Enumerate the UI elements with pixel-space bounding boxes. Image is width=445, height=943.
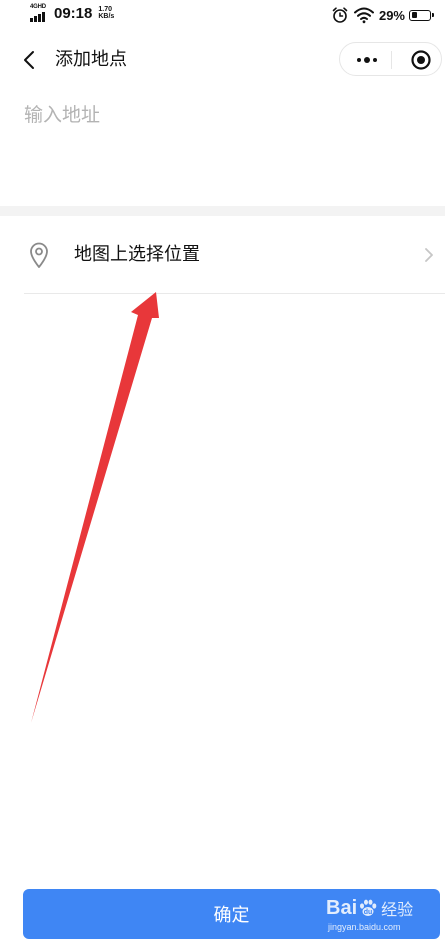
speed-unit: KB/s	[98, 13, 115, 20]
select-on-map-label: 地图上选择位置	[74, 244, 200, 265]
target-icon[interactable]	[410, 49, 432, 71]
battery-percent: 29%	[378, 7, 405, 23]
mini-program-capsule	[339, 42, 442, 76]
signal-icon: 4GHD	[30, 4, 50, 23]
signal-bar	[34, 16, 37, 22]
section-gap	[0, 206, 445, 216]
battery-fill	[411, 12, 418, 18]
row-divider	[24, 293, 445, 294]
speed-value: 1.70	[98, 6, 112, 13]
signal-bar	[42, 12, 45, 22]
capsule-divider	[391, 51, 392, 69]
network-type: 4GHD	[30, 4, 46, 10]
alarm-icon	[332, 7, 348, 23]
network-speed: 1.70 KB/s	[98, 6, 114, 20]
page-title: 添加地点	[55, 49, 127, 70]
status-left: 4GHD 09:18 1.70 KB/s	[30, 4, 114, 23]
signal-bars	[30, 12, 45, 22]
status-right: 29%	[331, 6, 434, 24]
wifi-icon	[353, 7, 374, 24]
status-bar: 4GHD 09:18 1.70 KB/s 29%	[0, 0, 445, 30]
battery-icon	[409, 9, 434, 21]
back-icon[interactable]	[20, 48, 40, 72]
address-input[interactable]	[24, 98, 424, 132]
chevron-right-icon	[425, 248, 433, 262]
signal-bar	[38, 14, 41, 22]
nav-bar: 添加地点	[0, 36, 445, 84]
confirm-button[interactable]: 确定	[23, 889, 440, 939]
location-pin-icon	[30, 242, 48, 268]
select-on-map-row[interactable]: 地图上选择位置	[0, 216, 445, 294]
more-icon[interactable]	[354, 51, 380, 69]
signal-bar	[30, 18, 33, 22]
status-time: 09:18	[54, 5, 93, 22]
address-section	[0, 84, 445, 206]
annotation-arrow-shape	[31, 292, 159, 723]
